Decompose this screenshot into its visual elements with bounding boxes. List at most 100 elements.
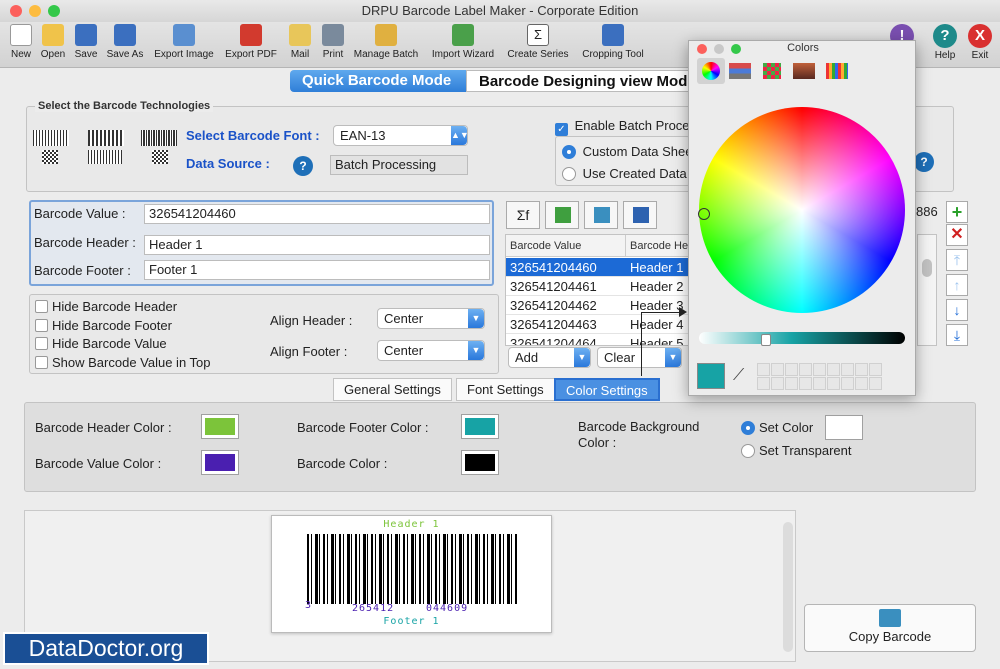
- zoom-window-button[interactable]: [48, 5, 60, 17]
- window-title-bar: DRPU Barcode Label Maker - Corporate Edi…: [0, 0, 1000, 22]
- tab-font-settings[interactable]: Font Settings: [456, 378, 555, 401]
- linear-barcode-icon[interactable]: [33, 130, 69, 146]
- barcode-color-swatch[interactable]: [461, 450, 499, 475]
- enable-batch-checkbox[interactable]: ✓ Enable Batch Proce: [555, 118, 690, 136]
- selected-color-well[interactable]: [697, 363, 725, 389]
- color-sliders-icon[interactable]: [729, 63, 751, 79]
- cropping-tool-button[interactable]: Cropping Tool: [577, 24, 649, 60]
- save-as-button[interactable]: Save As: [104, 24, 146, 60]
- callout-arrow-icon: [679, 307, 687, 317]
- copy-barcode-icon: [879, 609, 901, 627]
- database-icon[interactable]: [584, 201, 618, 229]
- set-transparent-radio[interactable]: Set Transparent: [741, 443, 852, 458]
- table-scrollbar[interactable]: [917, 234, 937, 346]
- move-up-icon[interactable]: ↑: [946, 274, 968, 296]
- gs1-barcode-icon[interactable]: [141, 130, 177, 146]
- footer-color-swatch[interactable]: [461, 414, 499, 439]
- color-picker-crosshair[interactable]: [698, 208, 710, 220]
- create-series-icon: Σ: [527, 24, 549, 46]
- align-header-select[interactable]: Center ▼: [377, 308, 485, 329]
- custom-color-swatches[interactable]: [757, 363, 883, 393]
- barcode-footer-input[interactable]: Footer 1: [144, 260, 490, 280]
- create-series-button[interactable]: Σ Create Series: [504, 24, 572, 60]
- eyedropper-icon[interactable]: ⟋: [733, 367, 749, 385]
- footer-color-label: Barcode Footer Color :: [297, 420, 429, 435]
- barcode-value-label: Barcode Value :: [34, 206, 126, 221]
- show-value-top-checkbox[interactable]: Show Barcode Value in Top: [35, 355, 211, 370]
- mail-button[interactable]: Mail: [286, 24, 314, 60]
- batch-data-table[interactable]: Barcode Value Barcode He 326541204460 Hea…: [505, 234, 718, 346]
- header-color-swatch[interactable]: [201, 414, 239, 439]
- save-button[interactable]: Save: [72, 24, 100, 60]
- table-row[interactable]: 326541204463 Header 4: [506, 315, 717, 334]
- data-source-help-icon[interactable]: ?: [293, 156, 313, 176]
- postal-barcode-icon[interactable]: [88, 130, 124, 146]
- chevron-down-icon: ▼: [665, 348, 681, 367]
- brightness-slider[interactable]: [699, 332, 905, 344]
- add-select[interactable]: Add ▼: [508, 347, 591, 368]
- column-header-barcode-value[interactable]: Barcode Value: [506, 235, 626, 257]
- custom-data-sheet-radio[interactable]: Custom Data Shee: [562, 144, 692, 159]
- table-row[interactable]: 326541204461 Header 2: [506, 277, 717, 296]
- align-footer-select[interactable]: Center ▼: [377, 340, 485, 361]
- datamatrix-barcode-icon[interactable]: [152, 150, 168, 164]
- move-top-icon[interactable]: ⤒: [946, 249, 968, 271]
- export-pdf-icon: [240, 24, 262, 46]
- pdf417-barcode-icon[interactable]: [88, 150, 122, 164]
- hide-footer-checkbox[interactable]: Hide Barcode Footer: [35, 318, 172, 333]
- image-palettes-icon[interactable]: [793, 63, 815, 79]
- watermark-logo: DataDoctor.org: [3, 632, 209, 665]
- barcode-value-input[interactable]: 326541204460: [144, 204, 490, 224]
- use-created-data-radio[interactable]: Use Created Data: [562, 166, 687, 181]
- manage-batch-button[interactable]: Manage Batch: [350, 24, 422, 60]
- barcode-digit-first: 3: [305, 600, 312, 611]
- copy-barcode-button[interactable]: Copy Barcode: [804, 604, 976, 652]
- exit-button[interactable]: X Exit: [966, 24, 994, 61]
- hide-header-checkbox[interactable]: Hide Barcode Header: [35, 299, 177, 314]
- background-color-swatch[interactable]: [825, 415, 863, 440]
- export-pdf-button[interactable]: Export PDF: [223, 24, 279, 60]
- table-row[interactable]: 326541204460 Header 1: [506, 258, 717, 277]
- value-color-label: Barcode Value Color :: [35, 456, 162, 471]
- export-list-icon[interactable]: [623, 201, 657, 229]
- delete-row-icon[interactable]: ✕: [946, 224, 968, 246]
- batch-help-icon[interactable]: ?: [914, 152, 934, 172]
- tab-general-settings[interactable]: General Settings: [333, 378, 452, 401]
- tab-barcode-designing-view[interactable]: Barcode Designing view Mod: [466, 70, 706, 92]
- move-bottom-icon[interactable]: ⤓: [946, 324, 968, 346]
- move-down-icon[interactable]: ↓: [946, 299, 968, 321]
- scrollbar-thumb[interactable]: [922, 259, 932, 277]
- table-row[interactable]: 326541204464 Header 5: [506, 334, 717, 345]
- color-wheel-icon: [702, 62, 720, 80]
- export-image-icon: [173, 24, 195, 46]
- barcode-header-input[interactable]: Header 1: [144, 235, 490, 255]
- help-button[interactable]: ? Help: [930, 24, 960, 61]
- 2d-barcode-icon[interactable]: [42, 150, 58, 164]
- data-source-field: Batch Processing: [330, 155, 468, 175]
- preview-scrollbar[interactable]: [783, 522, 793, 652]
- close-window-button[interactable]: [10, 5, 22, 17]
- minimize-window-button[interactable]: [29, 5, 41, 17]
- set-color-radio[interactable]: Set Color: [741, 420, 813, 435]
- series-formula-icon[interactable]: Σf: [506, 201, 540, 229]
- pencils-icon[interactable]: [826, 63, 848, 79]
- barcode-font-select[interactable]: EAN-13 ▲▼: [333, 125, 469, 146]
- value-color-swatch[interactable]: [201, 450, 239, 475]
- hide-value-checkbox[interactable]: Hide Barcode Value: [35, 336, 167, 351]
- brightness-slider-thumb[interactable]: [761, 334, 771, 346]
- barcode-color-label: Barcode Color :: [297, 456, 388, 471]
- excel-import-icon[interactable]: [545, 201, 579, 229]
- open-button[interactable]: Open: [38, 24, 68, 60]
- color-palettes-icon[interactable]: [763, 63, 781, 79]
- print-button[interactable]: Print: [318, 24, 348, 60]
- export-image-button[interactable]: Export Image: [152, 24, 216, 60]
- import-wizard-button[interactable]: Import Wizard: [427, 24, 499, 60]
- tab-color-settings[interactable]: Color Settings: [554, 378, 660, 401]
- color-wheel[interactable]: [699, 107, 905, 313]
- color-wheel-tab[interactable]: [697, 58, 725, 84]
- tab-quick-barcode-mode[interactable]: Quick Barcode Mode: [290, 70, 466, 92]
- add-row-icon[interactable]: +: [946, 201, 968, 223]
- new-button[interactable]: New: [7, 24, 35, 60]
- clear-select[interactable]: Clear ▼: [597, 347, 682, 368]
- new-document-icon: [10, 24, 32, 46]
